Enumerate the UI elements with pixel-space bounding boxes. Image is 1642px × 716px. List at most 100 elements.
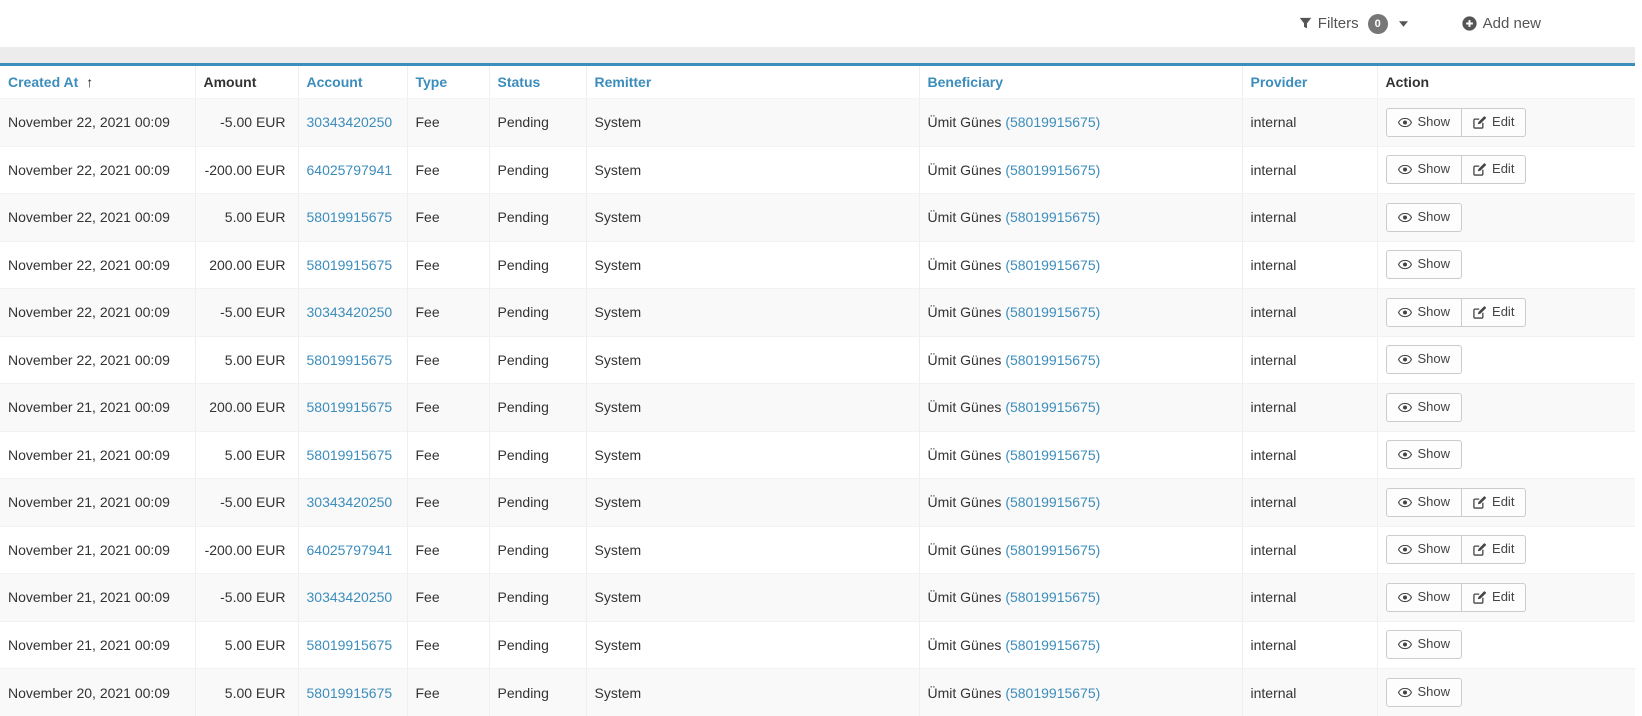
column-label: Provider bbox=[1251, 74, 1308, 90]
column-header-provider[interactable]: Provider bbox=[1242, 66, 1377, 99]
cell-created-at: November 22, 2021 00:09 bbox=[0, 146, 195, 194]
show-button[interactable]: Show bbox=[1386, 250, 1463, 279]
caret-down-icon bbox=[1399, 21, 1408, 27]
show-button[interactable]: Show bbox=[1386, 678, 1463, 707]
beneficiary-name: Ümit Günes bbox=[928, 447, 1002, 463]
beneficiary-account-link[interactable]: (58019915675) bbox=[1005, 542, 1100, 558]
account-link[interactable]: 30343420250 bbox=[307, 494, 393, 510]
add-new-button[interactable]: Add new bbox=[1460, 11, 1543, 36]
beneficiary-account-link[interactable]: (58019915675) bbox=[1005, 589, 1100, 605]
eye-icon bbox=[1398, 259, 1412, 270]
cell-action: Show bbox=[1377, 241, 1635, 289]
account-link[interactable]: 30343420250 bbox=[307, 114, 393, 130]
column-label: Action bbox=[1386, 74, 1430, 90]
transactions-table-box: Created At↑AmountAccountTypeStatusRemitt… bbox=[0, 63, 1635, 716]
table-row: November 22, 2021 00:09 -200.00 EUR 6402… bbox=[0, 146, 1635, 194]
edit-button[interactable]: Edit bbox=[1461, 583, 1526, 612]
beneficiary-account-link[interactable]: (58019915675) bbox=[1005, 685, 1100, 701]
show-button[interactable]: Show bbox=[1386, 630, 1463, 659]
table-row: November 21, 2021 00:09 5.00 EUR 5801991… bbox=[0, 431, 1635, 479]
cell-created-at: November 20, 2021 00:09 bbox=[0, 669, 195, 716]
edit-pencil-square-icon bbox=[1473, 543, 1486, 556]
column-header-status[interactable]: Status bbox=[489, 66, 586, 99]
edit-button[interactable]: Edit bbox=[1461, 108, 1526, 137]
beneficiary-account-link[interactable]: (58019915675) bbox=[1005, 447, 1100, 463]
beneficiary-account-link[interactable]: (58019915675) bbox=[1005, 162, 1100, 178]
add-new-label: Add new bbox=[1483, 15, 1541, 32]
cell-account: 58019915675 bbox=[298, 621, 407, 669]
eye-icon bbox=[1398, 687, 1412, 698]
cell-provider: internal bbox=[1242, 241, 1377, 289]
beneficiary-account-link[interactable]: (58019915675) bbox=[1005, 637, 1100, 653]
cell-account: 30343420250 bbox=[298, 479, 407, 527]
account-link[interactable]: 58019915675 bbox=[307, 352, 393, 368]
filters-button[interactable]: Filters 0 bbox=[1297, 10, 1410, 38]
cell-account: 30343420250 bbox=[298, 99, 407, 147]
cell-type: Fee bbox=[407, 336, 489, 384]
show-button[interactable]: Show bbox=[1386, 108, 1463, 137]
beneficiary-account-link[interactable]: (58019915675) bbox=[1005, 257, 1100, 273]
action-button-group: Show bbox=[1386, 678, 1463, 707]
column-header-account[interactable]: Account bbox=[298, 66, 407, 99]
account-link[interactable]: 30343420250 bbox=[307, 304, 393, 320]
show-button[interactable]: Show bbox=[1386, 345, 1463, 374]
beneficiary-account-link[interactable]: (58019915675) bbox=[1005, 494, 1100, 510]
cell-provider: internal bbox=[1242, 194, 1377, 242]
account-link[interactable]: 58019915675 bbox=[307, 399, 393, 415]
action-button-group: Show bbox=[1386, 393, 1463, 422]
show-button-label: Show bbox=[1418, 588, 1451, 607]
account-link[interactable]: 58019915675 bbox=[307, 209, 393, 225]
beneficiary-account-link[interactable]: (58019915675) bbox=[1005, 304, 1100, 320]
action-button-group: Show bbox=[1386, 440, 1463, 469]
column-header-remitter[interactable]: Remitter bbox=[586, 66, 919, 99]
edit-button[interactable]: Edit bbox=[1461, 298, 1526, 327]
eye-icon bbox=[1398, 212, 1412, 223]
cell-provider: internal bbox=[1242, 431, 1377, 479]
account-link[interactable]: 58019915675 bbox=[307, 685, 393, 701]
table-row: November 21, 2021 00:09 -5.00 EUR 303434… bbox=[0, 479, 1635, 527]
column-header-beneficiary[interactable]: Beneficiary bbox=[919, 66, 1242, 99]
show-button[interactable]: Show bbox=[1386, 203, 1463, 232]
show-button[interactable]: Show bbox=[1386, 298, 1463, 327]
table-row: November 21, 2021 00:09 -200.00 EUR 6402… bbox=[0, 526, 1635, 574]
account-link[interactable]: 30343420250 bbox=[307, 589, 393, 605]
account-link[interactable]: 58019915675 bbox=[307, 637, 393, 653]
account-link[interactable]: 58019915675 bbox=[307, 447, 393, 463]
cell-provider: internal bbox=[1242, 526, 1377, 574]
cell-remitter: System bbox=[586, 621, 919, 669]
cell-action: Show Edit bbox=[1377, 479, 1635, 527]
cell-account: 58019915675 bbox=[298, 384, 407, 432]
cell-created-at: November 21, 2021 00:09 bbox=[0, 479, 195, 527]
table-row: November 22, 2021 00:09 -5.00 EUR 303434… bbox=[0, 99, 1635, 147]
account-link[interactable]: 58019915675 bbox=[307, 257, 393, 273]
show-button[interactable]: Show bbox=[1386, 535, 1463, 564]
edit-button-label: Edit bbox=[1492, 540, 1514, 559]
cell-created-at: November 22, 2021 00:09 bbox=[0, 289, 195, 337]
column-header-created-at[interactable]: Created At↑ bbox=[0, 66, 195, 99]
cell-remitter: System bbox=[586, 99, 919, 147]
cell-beneficiary: Ümit Günes (58019915675) bbox=[919, 479, 1242, 527]
beneficiary-account-link[interactable]: (58019915675) bbox=[1005, 352, 1100, 368]
table-row: November 20, 2021 00:09 5.00 EUR 5801991… bbox=[0, 669, 1635, 716]
show-button[interactable]: Show bbox=[1386, 583, 1463, 612]
edit-button[interactable]: Edit bbox=[1461, 535, 1526, 564]
show-button[interactable]: Show bbox=[1386, 488, 1463, 517]
cell-provider: internal bbox=[1242, 99, 1377, 147]
show-button[interactable]: Show bbox=[1386, 393, 1463, 422]
beneficiary-account-link[interactable]: (58019915675) bbox=[1005, 209, 1100, 225]
table-row: November 21, 2021 00:09 5.00 EUR 5801991… bbox=[0, 621, 1635, 669]
edit-button[interactable]: Edit bbox=[1461, 488, 1526, 517]
edit-button[interactable]: Edit bbox=[1461, 155, 1526, 184]
show-button[interactable]: Show bbox=[1386, 155, 1463, 184]
show-button[interactable]: Show bbox=[1386, 440, 1463, 469]
cell-amount: -5.00 EUR bbox=[195, 479, 298, 527]
account-link[interactable]: 64025797941 bbox=[307, 542, 393, 558]
edit-pencil-square-icon bbox=[1473, 163, 1486, 176]
column-label: Status bbox=[498, 74, 541, 90]
cell-type: Fee bbox=[407, 526, 489, 574]
beneficiary-account-link[interactable]: (58019915675) bbox=[1005, 114, 1100, 130]
column-header-type[interactable]: Type bbox=[407, 66, 489, 99]
beneficiary-account-link[interactable]: (58019915675) bbox=[1005, 399, 1100, 415]
cell-amount: 5.00 EUR bbox=[195, 194, 298, 242]
account-link[interactable]: 64025797941 bbox=[307, 162, 393, 178]
